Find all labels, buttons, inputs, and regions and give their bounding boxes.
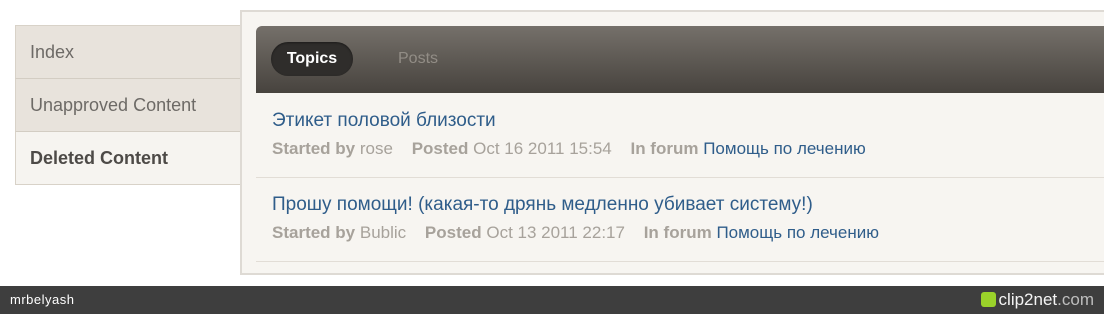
topic-meta: Started by Bublic Posted Oct 13 2011 22:… [272, 223, 879, 243]
topic-title-link[interactable]: Этикет половой близости [272, 110, 496, 132]
list-item: Этикет половой близости Started by rose … [256, 94, 1104, 178]
footer-username: mrbelyash [10, 292, 75, 307]
forum-link[interactable]: Помощь по лечению [703, 139, 866, 158]
clip2net-logo-icon [980, 292, 996, 307]
tab-posts[interactable]: Posts [398, 42, 438, 76]
tab-bar: Topics Posts [256, 26, 1104, 93]
content-panel: Topics Posts Этикет половой близости Sta… [240, 10, 1104, 275]
sidebar-item-deleted-content[interactable]: Deleted Content [15, 131, 244, 185]
list-item: Прошу помощи! (какая-то дрянь медленно у… [256, 178, 1104, 262]
topic-title-link[interactable]: Прошу помощи! (какая-то дрянь медленно у… [272, 194, 813, 216]
posted-label: Posted [411, 139, 469, 158]
in-forum-label: In forum [643, 223, 712, 242]
sidebar-item-index[interactable]: Index [15, 25, 242, 78]
brand-suffix: .com [1057, 290, 1094, 309]
author-name: Bublic [359, 223, 407, 242]
topic-list: Этикет половой близости Started by rose … [256, 94, 1104, 262]
started-by-label: Started by [272, 223, 356, 242]
started-by-label: Started by [272, 139, 356, 158]
sidebar-item-unapproved-content[interactable]: Unapproved Content [15, 78, 242, 131]
tab-topics[interactable]: Topics [271, 42, 353, 76]
author-name: rose [359, 139, 393, 158]
sidebar: Index Unapproved Content Deleted Content [15, 25, 244, 185]
in-forum-label: In forum [630, 139, 699, 158]
post-date: Oct 13 2011 22:17 [486, 223, 625, 242]
forum-link[interactable]: Помощь по лечению [716, 223, 879, 242]
topic-meta: Started by rose Posted Oct 16 2011 15:54… [272, 139, 866, 159]
footer-bar: mrbelyash clip2net.com [0, 286, 1104, 314]
posted-label: Posted [424, 223, 482, 242]
clip2net-brand[interactable]: clip2net.com [980, 289, 1094, 311]
post-date: Oct 16 2011 15:54 [473, 139, 612, 158]
brand-name: clip2net [998, 290, 1058, 309]
